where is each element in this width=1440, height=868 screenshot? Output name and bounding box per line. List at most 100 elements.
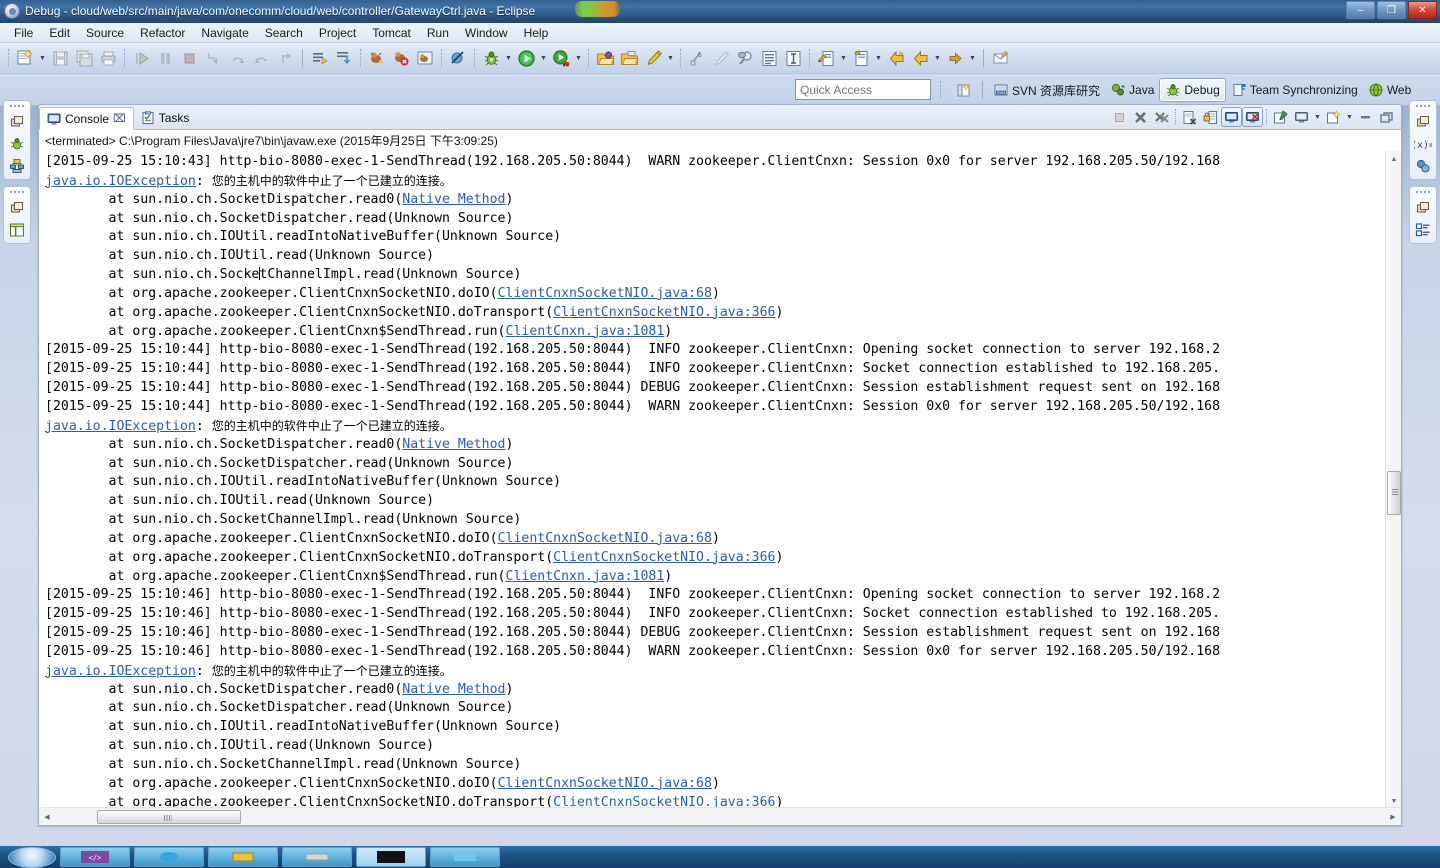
chevron-down-icon[interactable]: ▼ [538, 47, 549, 69]
console-hyperlink[interactable]: ClientCnxnSocketNIO.java:68 [498, 286, 712, 301]
restore-icon[interactable] [1414, 199, 1432, 217]
console-hyperlink[interactable]: java.io.IOException [45, 174, 196, 189]
console-hyperlink[interactable]: ClientCnxn.java:1081 [506, 569, 665, 584]
previous-annotation-icon[interactable] [333, 47, 355, 69]
tab-tasks[interactable]: Tasks [134, 106, 197, 129]
quick-access-input[interactable] [795, 79, 931, 100]
open-console-icon[interactable] [1323, 107, 1344, 127]
console-hyperlink[interactable]: Native Method [402, 682, 505, 697]
menu-item-search[interactable]: Search [257, 24, 311, 42]
open-perspective-icon[interactable] [950, 78, 977, 102]
menu-item-project[interactable]: Project [311, 24, 364, 42]
new-wizard-icon[interactable] [14, 47, 36, 69]
ant-build-error-icon[interactable] [390, 47, 412, 69]
display-selected-console-icon[interactable] [1291, 107, 1312, 127]
chevron-down-icon[interactable]: ▼ [932, 47, 943, 69]
next-annotation-icon[interactable] [309, 47, 331, 69]
run-external-tools-icon[interactable] [550, 47, 572, 69]
chevron-down-icon[interactable]: ▼ [37, 47, 48, 69]
drag-grip[interactable] [9, 104, 25, 109]
menu-item-help[interactable]: Help [516, 24, 557, 42]
console-hyperlink[interactable]: ClientCnxnSocketNIO.java:366 [553, 305, 775, 320]
menu-item-refactor[interactable]: Refactor [132, 24, 193, 42]
taskbar-item-1[interactable]: </> [60, 847, 130, 867]
restore-icon[interactable] [8, 199, 26, 217]
menu-item-window[interactable]: Window [457, 24, 516, 42]
console-hyperlink[interactable]: java.io.IOException [45, 419, 196, 434]
scroll-up-arrow[interactable]: ▲ [1386, 151, 1401, 167]
breakpoints-view-icon[interactable] [1414, 157, 1432, 175]
chevron-down-icon[interactable]: ▼ [967, 47, 978, 69]
chevron-down-icon[interactable]: ▼ [573, 47, 584, 69]
console-hyperlink[interactable]: Native Method [402, 192, 505, 207]
open-package-icon[interactable] [594, 47, 616, 69]
back-arrow-icon[interactable] [909, 47, 931, 69]
window-minimize-button[interactable]: – [1346, 1, 1375, 19]
remove-launch-icon[interactable] [1130, 107, 1151, 127]
console-hyperlink[interactable]: ClientCnxnSocketNIO.java:366 [553, 550, 775, 565]
menu-item-navigate[interactable]: Navigate [193, 24, 256, 42]
taskbar-item-2[interactable] [134, 847, 204, 867]
window-maximize-button[interactable]: ❐ [1377, 1, 1406, 19]
console-hyperlink[interactable]: Native Method [402, 437, 505, 452]
menu-item-file[interactable]: File [6, 24, 41, 42]
scroll-left-arrow[interactable]: ◀ [39, 808, 55, 825]
maximize-view-icon[interactable] [1376, 107, 1397, 127]
new-java-class-icon[interactable] [642, 47, 664, 69]
perspective-debug[interactable]: Debug [1159, 78, 1226, 102]
chevron-down-icon[interactable]: ▼ [665, 47, 676, 69]
window-close-button[interactable]: ✕ [1408, 1, 1437, 19]
debug-view-icon[interactable] [8, 135, 26, 153]
forward-arrow-icon[interactable] [944, 47, 966, 69]
drag-grip[interactable] [1415, 104, 1431, 109]
remove-all-launches-icon[interactable] [1151, 107, 1172, 127]
block-selection-icon[interactable] [782, 47, 804, 69]
open-task-icon[interactable] [990, 47, 1012, 69]
run-play-icon[interactable] [515, 47, 537, 69]
tab-console[interactable]: Console ⌧ [39, 107, 134, 130]
start-button[interactable] [8, 846, 56, 868]
servers-view-icon[interactable] [8, 157, 26, 175]
drag-grip[interactable] [9, 190, 25, 195]
chevron-down-icon[interactable]: ▼ [503, 47, 514, 69]
chevron-down-icon[interactable]: ▼ [1344, 107, 1355, 127]
drag-grip[interactable] [1415, 190, 1431, 195]
last-edit-location-icon[interactable] [815, 47, 837, 69]
menu-item-source[interactable]: Source [78, 24, 132, 42]
debug-bug-icon[interactable] [480, 47, 502, 69]
perspective-java[interactable]: Java [1105, 78, 1159, 102]
console-hyperlink[interactable]: ClientCnxn.java:1081 [506, 324, 665, 339]
close-icon[interactable]: ⌧ [113, 112, 126, 125]
console-hyperlink[interactable]: java.io.IOException [45, 664, 196, 679]
console-output-area[interactable]: [2015-09-25 15:10:43] http-bio-8080-exec… [39, 151, 1401, 825]
menu-item-tomcat[interactable]: Tomcat [364, 24, 419, 42]
console-hyperlink[interactable]: ClientCnxnSocketNIO.java:68 [498, 776, 712, 791]
toggle-mark-occurrences-icon[interactable]: G [686, 47, 708, 69]
ant-view-icon[interactable] [414, 47, 436, 69]
next-edit-icon[interactable] [850, 47, 872, 69]
scrollbar-thumb[interactable] [97, 810, 241, 824]
scroll-right-arrow[interactable]: ▶ [1385, 808, 1401, 825]
outline-tree-icon[interactable] [1414, 221, 1432, 239]
perspective-team-synchronizing[interactable]: Team Synchronizing [1226, 78, 1363, 102]
window-title-bar[interactable]: Debug - cloud/web/src/main/java/com/onec… [0, 0, 1440, 23]
skip-breakpoints-icon[interactable] [447, 47, 469, 69]
taskbar-item-6[interactable] [430, 847, 500, 867]
restore-icon[interactable] [1414, 113, 1432, 131]
console-horizontal-scrollbar[interactable]: ◀ ▶ [39, 807, 1401, 825]
scrollbar-thumb[interactable] [1387, 471, 1401, 515]
taskbar-item-3[interactable] [208, 847, 278, 867]
ant-build-icon[interactable] [366, 47, 388, 69]
window-controls[interactable]: – ❐ ✕ [1346, 1, 1437, 19]
open-type-icon[interactable] [618, 47, 640, 69]
scroll-lock-icon[interactable] [1200, 107, 1221, 127]
pin-console-icon[interactable] [1270, 107, 1291, 127]
chevron-down-icon[interactable]: ▼ [838, 47, 849, 69]
restore-icon[interactable] [8, 113, 26, 131]
variables-view-icon[interactable]: (x)= [1414, 135, 1432, 153]
perspective-web[interactable]: Web [1363, 78, 1416, 102]
taskbar-item-5[interactable] [356, 847, 426, 867]
show-whitespace-icon[interactable] [758, 47, 780, 69]
minimize-view-icon[interactable] [1355, 107, 1376, 127]
console-hyperlink[interactable]: ClientCnxnSocketNIO.java:68 [498, 531, 712, 546]
